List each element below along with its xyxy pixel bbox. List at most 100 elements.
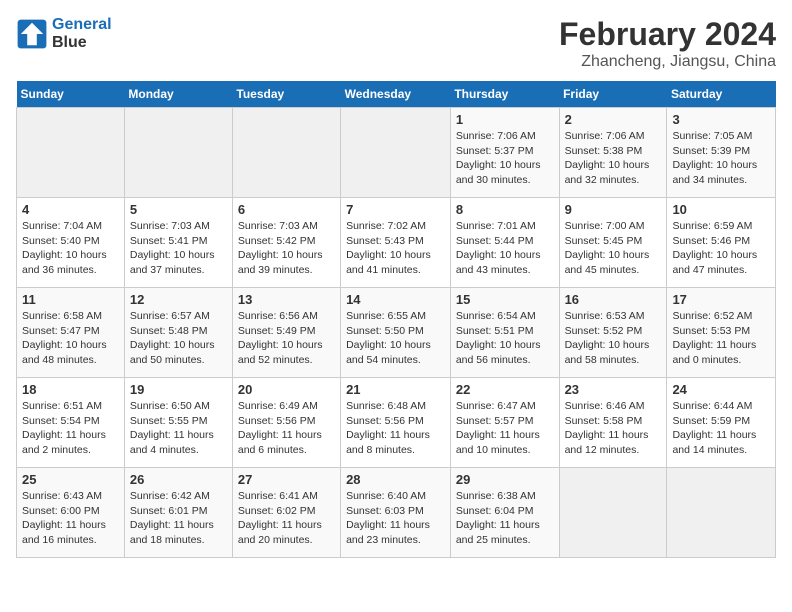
day-number: 14 <box>346 292 445 307</box>
calendar-cell: 6Sunrise: 7:03 AMSunset: 5:42 PMDaylight… <box>232 198 340 288</box>
cell-info: Sunrise: 6:55 AM <box>346 309 445 324</box>
day-number: 7 <box>346 202 445 217</box>
cell-info: Sunrise: 6:47 AM <box>456 399 554 414</box>
cell-info: Daylight: 10 hours and 43 minutes. <box>456 248 554 277</box>
calendar-cell <box>667 468 776 558</box>
cell-info: Sunset: 5:42 PM <box>238 234 335 249</box>
calendar-cell <box>17 108 125 198</box>
cell-info: Sunrise: 6:57 AM <box>130 309 227 324</box>
cell-info: Daylight: 10 hours and 58 minutes. <box>565 338 662 367</box>
cell-info: Sunrise: 6:54 AM <box>456 309 554 324</box>
calendar-cell: 13Sunrise: 6:56 AMSunset: 5:49 PMDayligh… <box>232 288 340 378</box>
header-saturday: Saturday <box>667 81 776 108</box>
cell-info: Sunset: 5:50 PM <box>346 324 445 339</box>
header-thursday: Thursday <box>450 81 559 108</box>
calendar-cell: 22Sunrise: 6:47 AMSunset: 5:57 PMDayligh… <box>450 378 559 468</box>
cell-info: Sunrise: 6:48 AM <box>346 399 445 414</box>
cell-info: Daylight: 10 hours and 30 minutes. <box>456 158 554 187</box>
cell-info: Sunrise: 6:56 AM <box>238 309 335 324</box>
day-number: 26 <box>130 472 227 487</box>
cell-info: Sunset: 6:03 PM <box>346 504 445 519</box>
cell-info: Sunset: 5:53 PM <box>672 324 770 339</box>
cell-info: Daylight: 11 hours and 0 minutes. <box>672 338 770 367</box>
cell-info: Sunrise: 7:00 AM <box>565 219 662 234</box>
cell-info: Sunset: 5:39 PM <box>672 144 770 159</box>
cell-info: Sunrise: 7:01 AM <box>456 219 554 234</box>
cell-info: Daylight: 11 hours and 10 minutes. <box>456 428 554 457</box>
cell-info: Sunrise: 6:49 AM <box>238 399 335 414</box>
calendar-week-1: 1Sunrise: 7:06 AMSunset: 5:37 PMDaylight… <box>17 108 776 198</box>
cell-info: Sunset: 5:47 PM <box>22 324 119 339</box>
day-number: 27 <box>238 472 335 487</box>
calendar-cell: 25 Sunrise: 6:43 AMSunset: 6:00 PMDayligh… <box>17 468 125 558</box>
calendar-week-4: 18Sunrise: 6:51 AMSunset: 5:54 PMDayligh… <box>17 378 776 468</box>
cell-info: Daylight: 10 hours and 41 minutes. <box>346 248 445 277</box>
day-number: 23 <box>565 382 662 397</box>
day-number: 4 <box>22 202 119 217</box>
logo: General Blue <box>16 16 112 52</box>
cell-info: Daylight: 10 hours and 47 minutes. <box>672 248 770 277</box>
cell-info: Sunrise: 6:59 AM <box>672 219 770 234</box>
cell-info: Daylight: 10 hours and 56 minutes. <box>456 338 554 367</box>
calendar-cell: 27Sunrise: 6:41 AMSunset: 6:02 PMDayligh… <box>232 468 340 558</box>
cell-info: Sunrise: 6:52 AM <box>672 309 770 324</box>
cell-info: Daylight: 11 hours and 4 minutes. <box>130 428 227 457</box>
cell-info: Sunrise: 6:38 AM <box>456 489 554 504</box>
day-number: 10 <box>672 202 770 217</box>
cell-info: Daylight: 10 hours and 32 minutes. <box>565 158 662 187</box>
header-friday: Friday <box>559 81 667 108</box>
cell-info: Sunset: 5:57 PM <box>456 414 554 429</box>
location: Zhancheng, Jiangsu, China <box>559 53 776 71</box>
cell-info: Sunrise: 6:43 AM <box>22 489 119 504</box>
day-number: 15 <box>456 292 554 307</box>
cell-info: Sunset: 5:59 PM <box>672 414 770 429</box>
cell-info: Sunset: 5:45 PM <box>565 234 662 249</box>
cell-info: Sunset: 5:44 PM <box>456 234 554 249</box>
cell-info: Daylight: 11 hours and 16 minutes. <box>22 518 119 547</box>
day-number: 25 <box>22 472 119 487</box>
day-number: 29 <box>456 472 554 487</box>
day-number: 19 <box>130 382 227 397</box>
day-number: 16 <box>565 292 662 307</box>
cell-info: Daylight: 10 hours and 50 minutes. <box>130 338 227 367</box>
calendar-cell: 7Sunrise: 7:02 AMSunset: 5:43 PMDaylight… <box>341 198 451 288</box>
cell-info: Sunset: 5:51 PM <box>456 324 554 339</box>
day-number: 1 <box>456 112 554 127</box>
cell-info: Sunset: 5:43 PM <box>346 234 445 249</box>
cell-info: Sunset: 5:38 PM <box>565 144 662 159</box>
cell-info: Sunrise: 6:46 AM <box>565 399 662 414</box>
calendar-cell: 26Sunrise: 6:42 AMSunset: 6:01 PMDayligh… <box>124 468 232 558</box>
calendar-cell: 18Sunrise: 6:51 AMSunset: 5:54 PMDayligh… <box>17 378 125 468</box>
calendar-cell: 19 Sunrise: 6:50 AMSunset: 5:55 PMDayligh… <box>124 378 232 468</box>
cell-info: Daylight: 10 hours and 36 minutes. <box>22 248 119 277</box>
cell-info: Sunrise: 6:58 AM <box>22 309 119 324</box>
cell-info: Daylight: 11 hours and 8 minutes. <box>346 428 445 457</box>
calendar-cell: 10Sunrise: 6:59 AMSunset: 5:46 PMDayligh… <box>667 198 776 288</box>
cell-info: Daylight: 10 hours and 37 minutes. <box>130 248 227 277</box>
header-wednesday: Wednesday <box>341 81 451 108</box>
cell-info: Sunset: 5:41 PM <box>130 234 227 249</box>
calendar-week-5: 25 Sunrise: 6:43 AMSunset: 6:00 PMDayligh… <box>17 468 776 558</box>
cell-info: Sunset: 5:40 PM <box>22 234 119 249</box>
day-number: 24 <box>672 382 770 397</box>
cell-info: Sunrise: 7:06 AM <box>456 129 554 144</box>
cell-info: Sunset: 5:58 PM <box>565 414 662 429</box>
cell-info: Sunrise: 6:44 AM <box>672 399 770 414</box>
day-number: 2 <box>565 112 662 127</box>
calendar-cell: 24Sunrise: 6:44 AMSunset: 5:59 PMDayligh… <box>667 378 776 468</box>
cell-info: Sunrise: 6:50 AM <box>130 399 227 414</box>
day-number: 20 <box>238 382 335 397</box>
cell-info: Sunset: 5:55 PM <box>130 414 227 429</box>
cell-info: Sunset: 6:00 PM <box>22 504 119 519</box>
day-number: 13 <box>238 292 335 307</box>
cell-info: Sunrise: 7:03 AM <box>238 219 335 234</box>
cell-info: Sunrise: 6:53 AM <box>565 309 662 324</box>
day-number: 28 <box>346 472 445 487</box>
cell-info: Sunset: 6:02 PM <box>238 504 335 519</box>
cell-info: Sunset: 5:48 PM <box>130 324 227 339</box>
calendar-cell: 8Sunrise: 7:01 AMSunset: 5:44 PMDaylight… <box>450 198 559 288</box>
cell-info: Sunrise: 6:42 AM <box>130 489 227 504</box>
title-block: February 2024 Zhancheng, Jiangsu, China <box>559 16 776 71</box>
cell-info: Sunset: 5:56 PM <box>238 414 335 429</box>
calendar-cell: 14Sunrise: 6:55 AMSunset: 5:50 PMDayligh… <box>341 288 451 378</box>
